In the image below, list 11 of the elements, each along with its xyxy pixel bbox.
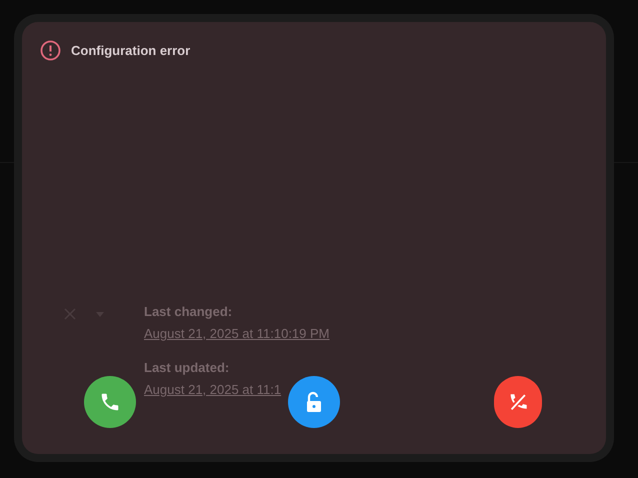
- field-label: Last changed:: [144, 303, 232, 321]
- answer-button[interactable]: [84, 376, 136, 428]
- unlock-button[interactable]: [288, 376, 340, 428]
- dialog-title: Configuration error: [71, 42, 190, 60]
- timestamp-link[interactable]: August 21, 2025 at 11:1: [144, 380, 282, 399]
- unlocked-padlock-icon: [304, 391, 324, 413]
- field-label: Last updated:: [144, 359, 230, 377]
- exclamation-circle-icon: [40, 40, 61, 61]
- timestamp-link[interactable]: August 21, 2025 at 11:10:19 PM: [144, 324, 330, 343]
- hang-up-button[interactable]: [494, 376, 542, 428]
- phone-icon: [99, 391, 121, 413]
